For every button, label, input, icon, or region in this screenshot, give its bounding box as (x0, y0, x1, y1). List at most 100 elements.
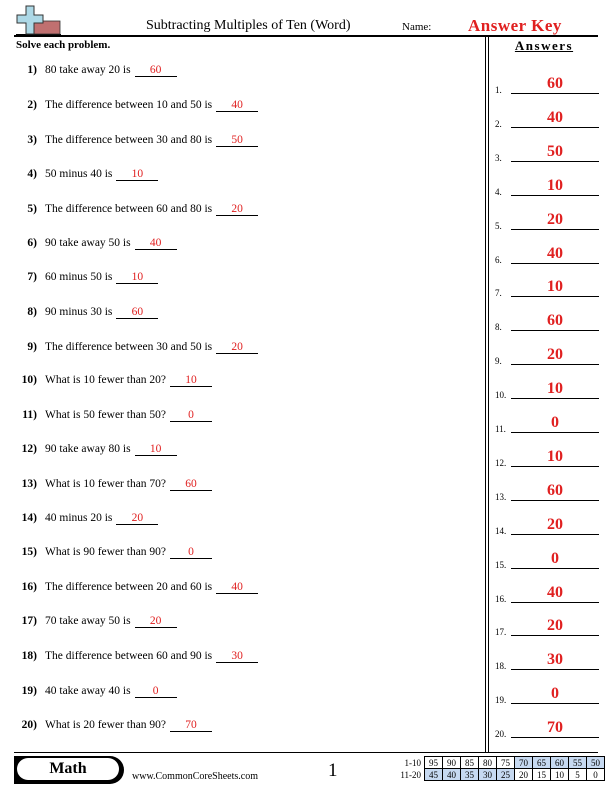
answer-key-item: 10. 10 (495, 380, 599, 400)
question-number: 14) (21, 512, 37, 524)
question-prompt: 70 take away 50 is (45, 615, 131, 627)
answer-key-item: 3. 50 (495, 143, 599, 163)
answer-key-number: 20. (495, 729, 507, 740)
answer-key-number: 11. (495, 424, 506, 434)
answer-blank[interactable]: 50 (216, 134, 259, 147)
answer-blank[interactable]: 60 (116, 306, 159, 319)
answer-key-item: 19. 0 (495, 685, 599, 705)
answer-blank[interactable]: 0 (170, 546, 213, 559)
question-prompt: 40 take away 40 is (45, 685, 131, 697)
answer-key-item: 11. 0 (495, 414, 599, 434)
answer-blank[interactable]: 10 (116, 271, 159, 284)
answer-key-item: 20. 70 (495, 719, 599, 739)
question-number: 16) (21, 581, 37, 593)
answer-key-number: 8. (495, 322, 502, 333)
question-prompt: 40 minus 20 is (45, 512, 113, 524)
answer-blank[interactable]: 20 (116, 512, 159, 525)
name-label: Name: (402, 21, 432, 33)
score-row: 11-20 45 40 35 30 25 20 15 10 5 0 (392, 768, 605, 781)
answer-blank[interactable]: 60 (134, 64, 177, 77)
answer-blank[interactable]: 70 (170, 719, 213, 732)
question-prompt: The difference between 10 and 50 is (45, 99, 213, 111)
question-number: 6) (27, 237, 37, 249)
answer-key-item: 18. 30 (495, 651, 599, 671)
question-prompt: 90 take away 80 is (45, 443, 131, 455)
answer-key-item: 7. 10 (495, 278, 599, 298)
answer-key-number: 6. (495, 254, 502, 265)
answer-key-value: 10 (511, 380, 599, 400)
answer-blank[interactable]: 10 (116, 168, 159, 181)
header-rule (14, 35, 598, 37)
answer-blank[interactable]: 30 (216, 650, 259, 663)
question-prompt: 80 take away 20 is (45, 64, 131, 76)
column-divider (485, 37, 489, 752)
answer-key-number: 14. (495, 525, 507, 536)
answer-blank[interactable]: 40 (216, 581, 259, 594)
question-text: 90 take away 50 is 40 (45, 237, 177, 250)
answer-key-number: 19. (495, 695, 507, 706)
answer-key-value: 0 (511, 550, 599, 569)
score-cell: 20 (514, 768, 533, 781)
question-text: The difference between 60 and 90 is 30 (45, 650, 259, 663)
worksheet-title: Subtracting Multiples of Ten (Word) (146, 18, 351, 33)
answer-key-number: 10. (495, 390, 507, 401)
answer-key-number: 18. (495, 661, 507, 672)
question-number: 10) (21, 374, 37, 386)
answer-blank[interactable]: 0 (170, 409, 213, 422)
answer-blank[interactable]: 10 (134, 443, 177, 456)
question-prompt: What is 90 fewer than 90? (45, 546, 167, 558)
question-text: 40 take away 40 is 0 (45, 685, 177, 698)
answer-key-value: 10 (511, 177, 599, 196)
question-text: What is 10 fewer than 20? 10 (45, 374, 213, 387)
answer-blank[interactable]: 20 (216, 203, 259, 216)
answer-key-item: 16. 40 (495, 584, 599, 604)
score-cell: 5 (568, 768, 587, 781)
answer-key-value: 30 (511, 651, 599, 671)
score-cell: 25 (496, 768, 515, 781)
answer-key-value: 60 (511, 312, 599, 332)
plus-minus-logo-icon (16, 5, 61, 36)
answer-key-value: 60 (511, 75, 599, 94)
answer-key-number: 12. (495, 457, 507, 468)
score-cell: 50 (586, 756, 605, 769)
score-cell: 45 (424, 768, 443, 781)
answer-key-value: 0 (511, 685, 599, 705)
question-prompt: 90 take away 50 is (45, 237, 131, 249)
question-prompt: The difference between 30 and 80 is (45, 134, 213, 146)
question-prompt: 90 minus 30 is (45, 306, 113, 318)
question-text: 90 take away 80 is 10 (45, 443, 177, 456)
score-cell: 70 (514, 756, 533, 769)
question-prompt: 50 minus 40 is (45, 168, 113, 180)
website-link[interactable]: www.CommonCoreSheets.com (132, 771, 258, 782)
answer-blank[interactable]: 20 (216, 341, 259, 354)
answer-blank[interactable]: 10 (170, 374, 213, 387)
question-text: 80 take away 20 is 60 (45, 64, 177, 77)
answer-key-number: 9. (495, 356, 502, 367)
score-cell: 15 (532, 768, 551, 781)
question-number: 17) (21, 615, 37, 627)
question-number: 7) (27, 271, 37, 283)
answer-key-item: 6. 40 (495, 245, 599, 265)
score-cell: 80 (478, 756, 497, 769)
score-row: 1-10 95 90 85 80 75 70 65 60 55 50 (392, 756, 605, 769)
answer-key-value: 20 (511, 617, 599, 637)
question-prompt: The difference between 60 and 80 is (45, 203, 213, 215)
question-prompt: What is 50 fewer than 50? (45, 409, 167, 421)
answer-blank[interactable]: 60 (170, 478, 213, 491)
question-prompt: 60 minus 50 is (45, 271, 113, 283)
answer-key-item: 15. 0 (495, 550, 599, 570)
answer-key-number: 2. (495, 118, 502, 129)
footer-rule (14, 752, 598, 753)
answer-key-number: 3. (495, 152, 502, 163)
answer-blank[interactable]: 20 (134, 615, 177, 628)
question-text: The difference between 20 and 60 is 40 (45, 581, 259, 594)
answer-key-label: Answer Key (468, 16, 562, 35)
question-number: 19) (21, 685, 37, 697)
question-text: What is 20 fewer than 90? 70 (45, 719, 213, 732)
answer-key-value: 10 (511, 278, 599, 298)
answer-blank[interactable]: 0 (134, 685, 177, 698)
question-number: 2) (27, 99, 37, 111)
question-number: 15) (21, 546, 37, 558)
answer-blank[interactable]: 40 (216, 99, 259, 112)
answer-blank[interactable]: 40 (134, 237, 177, 250)
